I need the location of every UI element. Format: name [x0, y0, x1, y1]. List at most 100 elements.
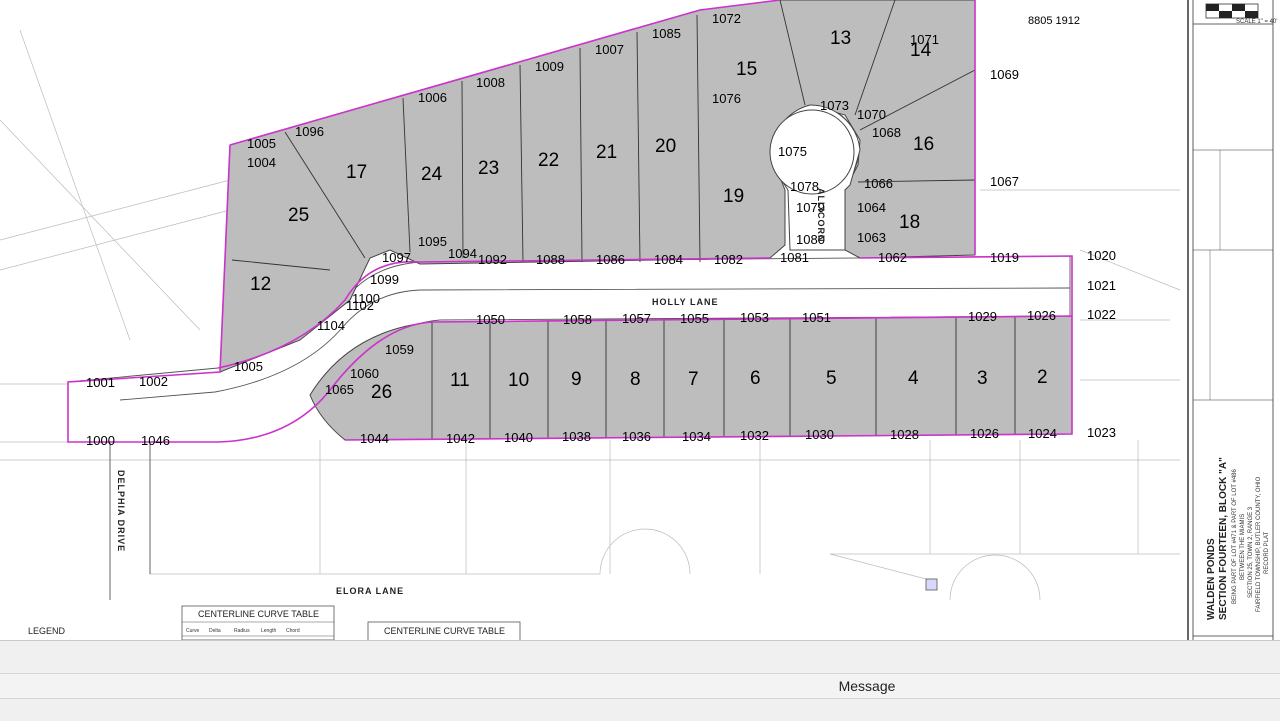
plat-drawing-canvas[interactable]: 1001 1002 1005 1004 1005 1006 1008 1009 … — [0, 0, 1280, 640]
point-label: 1028 — [890, 427, 919, 442]
street-label-holly-lane: HOLLY LANE — [652, 297, 719, 307]
point-label: 1070 — [857, 107, 886, 122]
status-row-bottom — [0, 699, 1280, 721]
lot-label: 24 — [421, 164, 443, 185]
point-label: 1096 — [295, 124, 324, 139]
message-row: Message — [0, 674, 1280, 699]
point-label: 1099 — [370, 272, 399, 287]
lot-label: 7 — [688, 369, 699, 390]
point-label: 1001 — [86, 375, 115, 390]
survey-marker-icon — [925, 578, 938, 591]
title-block: SCALE 1" = 40' WALDEN PONDS SECTION FOUR… — [1187, 0, 1280, 640]
curve-table-header: Length — [261, 628, 277, 634]
lot-label: 13 — [830, 28, 851, 49]
point-label: 1005 — [234, 359, 263, 374]
lot-label: 16 — [913, 134, 934, 155]
point-label: 1029 — [968, 309, 997, 324]
curve-table-title: CENTERLINE CURVE TABLE — [384, 626, 505, 636]
street-label-delphia-drive: DELPHIA DRIVE — [116, 470, 126, 552]
point-label: 1058 — [563, 312, 592, 327]
point-label: 1038 — [562, 429, 591, 444]
point-label: 1068 — [872, 125, 901, 140]
point-label: 1059 — [385, 342, 414, 357]
point-label: 1026 — [970, 426, 999, 441]
point-label: 1030 — [805, 427, 834, 442]
point-label: 1102 — [346, 298, 374, 313]
status-row-top — [0, 641, 1280, 674]
lot-label: 2 — [1037, 367, 1048, 388]
plat-drawing: 1001 1002 1005 1004 1005 1006 1008 1009 … — [0, 0, 1280, 640]
point-label: 1053 — [740, 310, 769, 325]
point-label: 1092 — [478, 252, 507, 267]
scale-label: SCALE 1" = 40' — [1236, 19, 1277, 25]
record-number: 8805 1912 — [1028, 15, 1080, 27]
lot-label: 22 — [538, 150, 559, 171]
point-label: 1009 — [535, 59, 564, 74]
point-label: 1002 — [139, 374, 168, 389]
message-label: Message — [838, 678, 896, 694]
lot-label: 21 — [596, 142, 617, 163]
status-bar: Message — [0, 640, 1280, 721]
point-label: 1081 — [780, 250, 809, 265]
curve-table-header: Radius — [234, 628, 250, 634]
point-label: 1019 — [990, 250, 1019, 265]
lot-label: 11 — [450, 370, 470, 391]
point-label: 1008 — [476, 75, 505, 90]
point-label: 1050 — [476, 312, 505, 327]
point-label: 1005 — [247, 136, 276, 151]
point-label: 1044 — [360, 431, 389, 446]
point-label: 1055 — [680, 311, 709, 326]
point-label: 1067 — [990, 174, 1019, 189]
legend-label: LEGEND — [28, 626, 66, 636]
point-label: 1046 — [141, 433, 170, 448]
point-label: 1004 — [247, 155, 276, 170]
lot-label: 3 — [977, 368, 988, 389]
point-label: 1076 — [712, 91, 741, 106]
point-label: 1097 — [382, 250, 411, 265]
title-line-2: BETWEEN THE MIAMIS — [1240, 514, 1246, 580]
title-line-3: SECTION 25, TOWN 2, RANGE 3 — [1248, 506, 1254, 598]
subdivision-title: WALDEN PONDS — [1206, 538, 1217, 620]
lot-label: 8 — [630, 369, 641, 390]
point-label: 1084 — [654, 252, 683, 267]
lot-label: 14 — [910, 40, 932, 61]
lot-label: 26 — [371, 382, 392, 403]
point-label: 1075 — [778, 144, 807, 159]
point-label: 1094 — [448, 246, 477, 261]
point-label: 1065 — [325, 382, 354, 397]
point-label: 1095 — [418, 234, 447, 249]
point-label: 1063 — [857, 230, 886, 245]
point-label: 1104 — [317, 318, 345, 333]
point-label: 1057 — [622, 311, 651, 326]
lot-label: 9 — [571, 369, 582, 390]
point-label: 1088 — [536, 252, 565, 267]
point-label: 1036 — [622, 429, 651, 444]
point-label: 1034 — [682, 429, 711, 444]
title-line-4: FAIRFIELD TOWNSHIP, BUTLER COUNTY, OHIO — [1256, 476, 1262, 612]
point-label: 1062 — [878, 250, 907, 265]
curve-table-header: Delta — [209, 628, 221, 634]
lot-label: 6 — [750, 368, 761, 389]
curve-table-header: Chord — [286, 628, 300, 634]
point-label: 1032 — [740, 428, 769, 443]
point-label: 1022 — [1087, 307, 1116, 322]
point-label: 1040 — [504, 430, 533, 445]
point-label: 1064 — [857, 200, 886, 215]
point-label: 1026 — [1027, 308, 1056, 323]
lot-label: 12 — [250, 274, 271, 295]
street-label-elora-lane: ELORA LANE — [336, 586, 404, 596]
point-label: 1006 — [418, 90, 447, 105]
point-label: 1000 — [86, 433, 115, 448]
lot-label: 20 — [655, 136, 676, 157]
point-label: 1072 — [712, 11, 741, 26]
lot-label: 18 — [899, 212, 920, 233]
point-label: 1007 — [595, 42, 624, 57]
lot-label: 25 — [288, 205, 309, 226]
street-label-allicorn: ALLICORN — [816, 188, 826, 243]
point-label: 1051 — [802, 310, 831, 325]
title-line-1: BEING PART OF LOT #471 & PART OF LOT #48… — [1232, 469, 1238, 604]
point-label: 1042 — [446, 431, 475, 446]
title-line-5: RECORD PLAT — [1264, 531, 1270, 574]
lot-label: 19 — [723, 186, 744, 207]
point-label: 1023 — [1087, 425, 1116, 440]
